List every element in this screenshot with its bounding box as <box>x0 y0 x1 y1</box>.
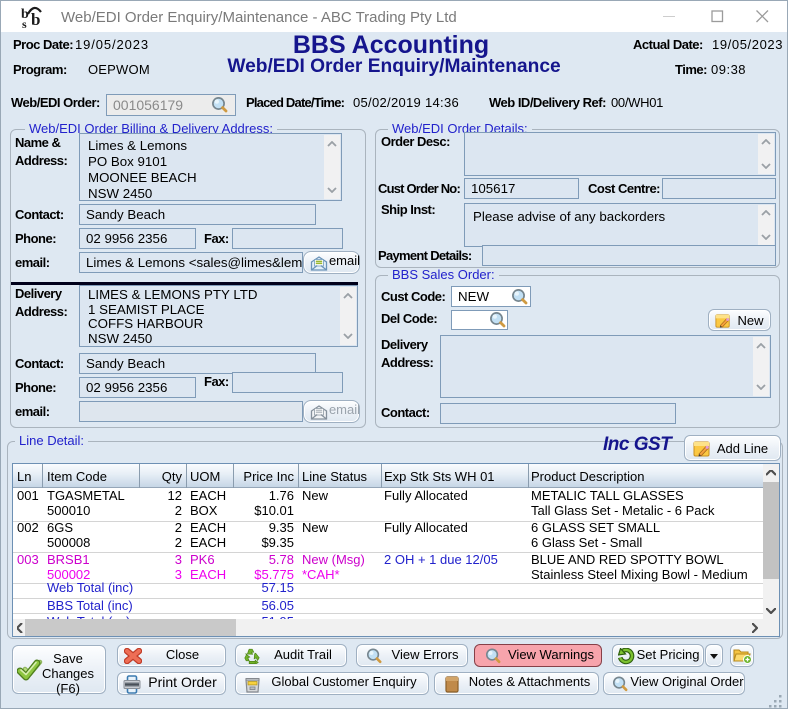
svg-text:b: b <box>31 10 40 29</box>
svg-text:s: s <box>22 17 27 29</box>
